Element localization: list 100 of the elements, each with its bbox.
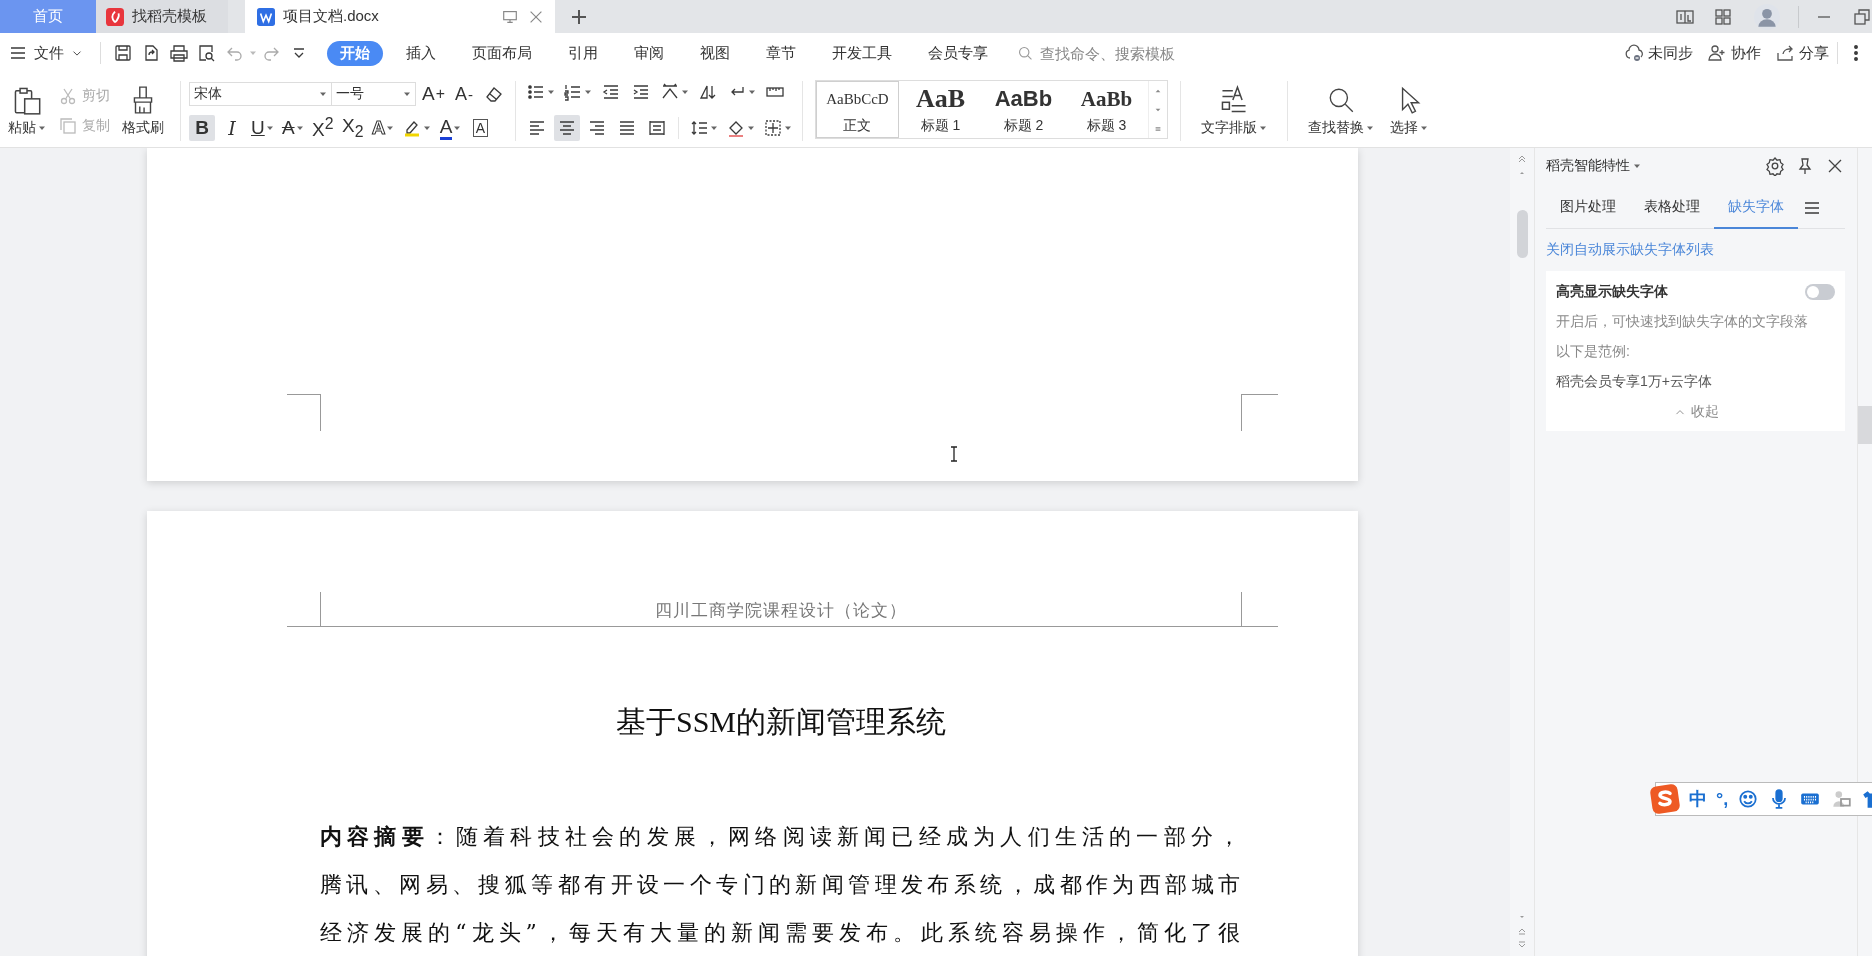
template-logo-icon: [106, 7, 124, 26]
person-add-icon: [1707, 43, 1727, 63]
text-cursor-icon: [950, 446, 958, 462]
input-language[interactable]: 中: [1689, 787, 1707, 811]
bullet-list-icon: [525, 82, 546, 102]
align-center-button[interactable]: [553, 115, 580, 141]
scissors-icon: [58, 86, 78, 106]
underline-button[interactable]: U: [249, 115, 276, 141]
command-search-field[interactable]: 查找命令、搜索模板: [1017, 43, 1192, 63]
print-preview-icon[interactable]: [197, 43, 217, 63]
style-preset[interactable]: AaB 标题 1: [898, 81, 982, 138]
character-border-button[interactable]: A: [467, 115, 494, 141]
tab-label: 项目文档.docx: [283, 7, 380, 26]
ribbon-tab[interactable]: 引用: [555, 40, 611, 66]
caret-icon: [403, 90, 411, 98]
superscript-button[interactable]: X$^{2}$: [309, 115, 336, 141]
format-painter-button[interactable]: 格式刷: [118, 85, 168, 137]
ribbon-tab[interactable]: 视图: [687, 40, 743, 66]
collapse-button[interactable]: 收起: [1672, 403, 1719, 421]
print-icon[interactable]: [169, 43, 189, 63]
corner-mark: [287, 394, 321, 431]
input-method-logo-icon[interactable]: [1650, 784, 1680, 814]
file-menu[interactable]: 文件: [8, 43, 92, 63]
bold-button[interactable]: B: [189, 115, 215, 141]
caret-icon: [38, 124, 46, 132]
collab-button[interactable]: 协作: [1707, 43, 1761, 63]
tab-label: 找稻壳模板: [132, 7, 207, 26]
text-layout-button[interactable]: 文字排版: [1188, 75, 1279, 147]
sync-button[interactable]: 未同步: [1624, 43, 1693, 63]
template-tab[interactable]: 找稻壳模板: [96, 0, 228, 33]
caret-icon: [295, 124, 304, 132]
text-effect-button[interactable]: A: [369, 115, 397, 141]
caret-icon: [1365, 124, 1374, 132]
document-tab[interactable]: 项目文档.docx: [245, 0, 555, 33]
settings-icon[interactable]: [1765, 156, 1785, 176]
caret-icon: [265, 124, 274, 132]
italic-button[interactable]: I: [219, 115, 245, 141]
caret-icon: [747, 88, 756, 96]
share-button[interactable]: 分享: [1775, 43, 1829, 63]
caret-icon: [319, 90, 327, 98]
panel-tab[interactable]: 图片处理: [1546, 188, 1630, 229]
style-preset[interactable]: AaBbCcD 正文: [815, 81, 899, 138]
style-preset[interactable]: AaBb 标题 2: [981, 81, 1065, 138]
caret-icon: [1633, 162, 1641, 170]
grid-icon[interactable]: [1713, 6, 1733, 27]
subscript-button[interactable]: X$_{2}$: [339, 115, 366, 141]
panel-tab[interactable]: 缺失字体: [1714, 188, 1798, 229]
caret-icon: [709, 124, 718, 132]
copy-icon: [58, 116, 78, 136]
scrollbar-thumb[interactable]: [1516, 210, 1528, 258]
corner-mark: [1241, 394, 1278, 431]
example-text: 稻壳会员专享1万+云字体: [1556, 373, 1713, 391]
document-title: 基于SSM的新闻管理系统: [614, 704, 947, 740]
ribbon-tab[interactable]: 页面布局: [459, 40, 545, 66]
page-header: 四川工商学院课程设计（论文）: [655, 599, 907, 622]
ribbon-tab[interactable]: 插入: [393, 40, 449, 66]
restore-icon[interactable]: [1852, 6, 1872, 27]
card-description: 开启后，可快速找到缺失字体的文字段落: [1556, 313, 1809, 331]
example-label: 以下是范例:: [1556, 343, 1631, 361]
close-auto-show-link[interactable]: 关闭自动展示缺失字体列表: [1546, 241, 1845, 259]
caret-icon: [386, 124, 395, 132]
align-distributed-icon: [646, 118, 667, 138]
caret-icon: [583, 88, 592, 96]
caret-icon: [746, 124, 755, 132]
cloud-icon: [1624, 43, 1644, 63]
search-icon: [1017, 44, 1034, 62]
style-preset[interactable]: AaBb 标题 3: [1064, 81, 1148, 138]
save-icon[interactable]: [113, 43, 133, 63]
person-icon[interactable]: [1830, 788, 1853, 810]
numbered-list-icon: [562, 82, 583, 102]
scroll-top-icon[interactable]: [1517, 154, 1527, 164]
caret-icon: [680, 88, 689, 96]
share-icon: [1775, 43, 1795, 63]
caret-icon: [423, 124, 432, 132]
panel-title[interactable]: 稻壳智能特性: [1546, 157, 1641, 175]
borders-icon: [762, 118, 783, 138]
caret-icon: [453, 124, 462, 132]
font-name-dropdown[interactable]: 宋体: [189, 82, 332, 106]
abstract-paragraph: 内容摘要：随着科技社会的发展，网络阅读新闻已经成为人们生活的一部分， 腾讯、网易、搜狐等都有开设一个专门的新闻管理发布系统，成都作为西部城市 经济发展的“龙头”，每天有大量的新闻需要发布。此系统容易操作，简化了很: [320, 822, 1242, 947]
scrollbar-thumb[interactable]: [1858, 406, 1872, 444]
font-size-dropdown[interactable]: 一号: [331, 82, 416, 106]
ribbon-tab[interactable]: 章节: [753, 40, 809, 66]
caret-icon: [1419, 124, 1428, 132]
paste-button[interactable]: 粘贴: [4, 85, 50, 137]
ribbon-tab[interactable]: 审阅: [621, 40, 677, 66]
ribbon-tab[interactable]: 开发工具: [819, 40, 905, 66]
highlight-toggle[interactable]: [1805, 284, 1835, 300]
punctuation-mode[interactable]: °,: [1716, 788, 1729, 810]
caret-icon: [546, 88, 555, 96]
card-title: 高亮显示缺失字体: [1556, 283, 1668, 301]
select-button[interactable]: 选择: [1385, 75, 1432, 147]
ribbon-tab[interactable]: 会员专享: [915, 40, 1001, 66]
strikethrough-button[interactable]: A: [279, 115, 306, 141]
panel-tab[interactable]: 表格处理: [1630, 188, 1714, 229]
font-color-button[interactable]: A: [437, 115, 464, 141]
document-logo-icon: [257, 7, 275, 26]
previous-page-icon[interactable]: [1517, 926, 1527, 936]
find-replace-button[interactable]: 查找替换: [1295, 75, 1386, 147]
caret-icon: [783, 124, 792, 132]
next-page-icon[interactable]: [1517, 940, 1527, 950]
